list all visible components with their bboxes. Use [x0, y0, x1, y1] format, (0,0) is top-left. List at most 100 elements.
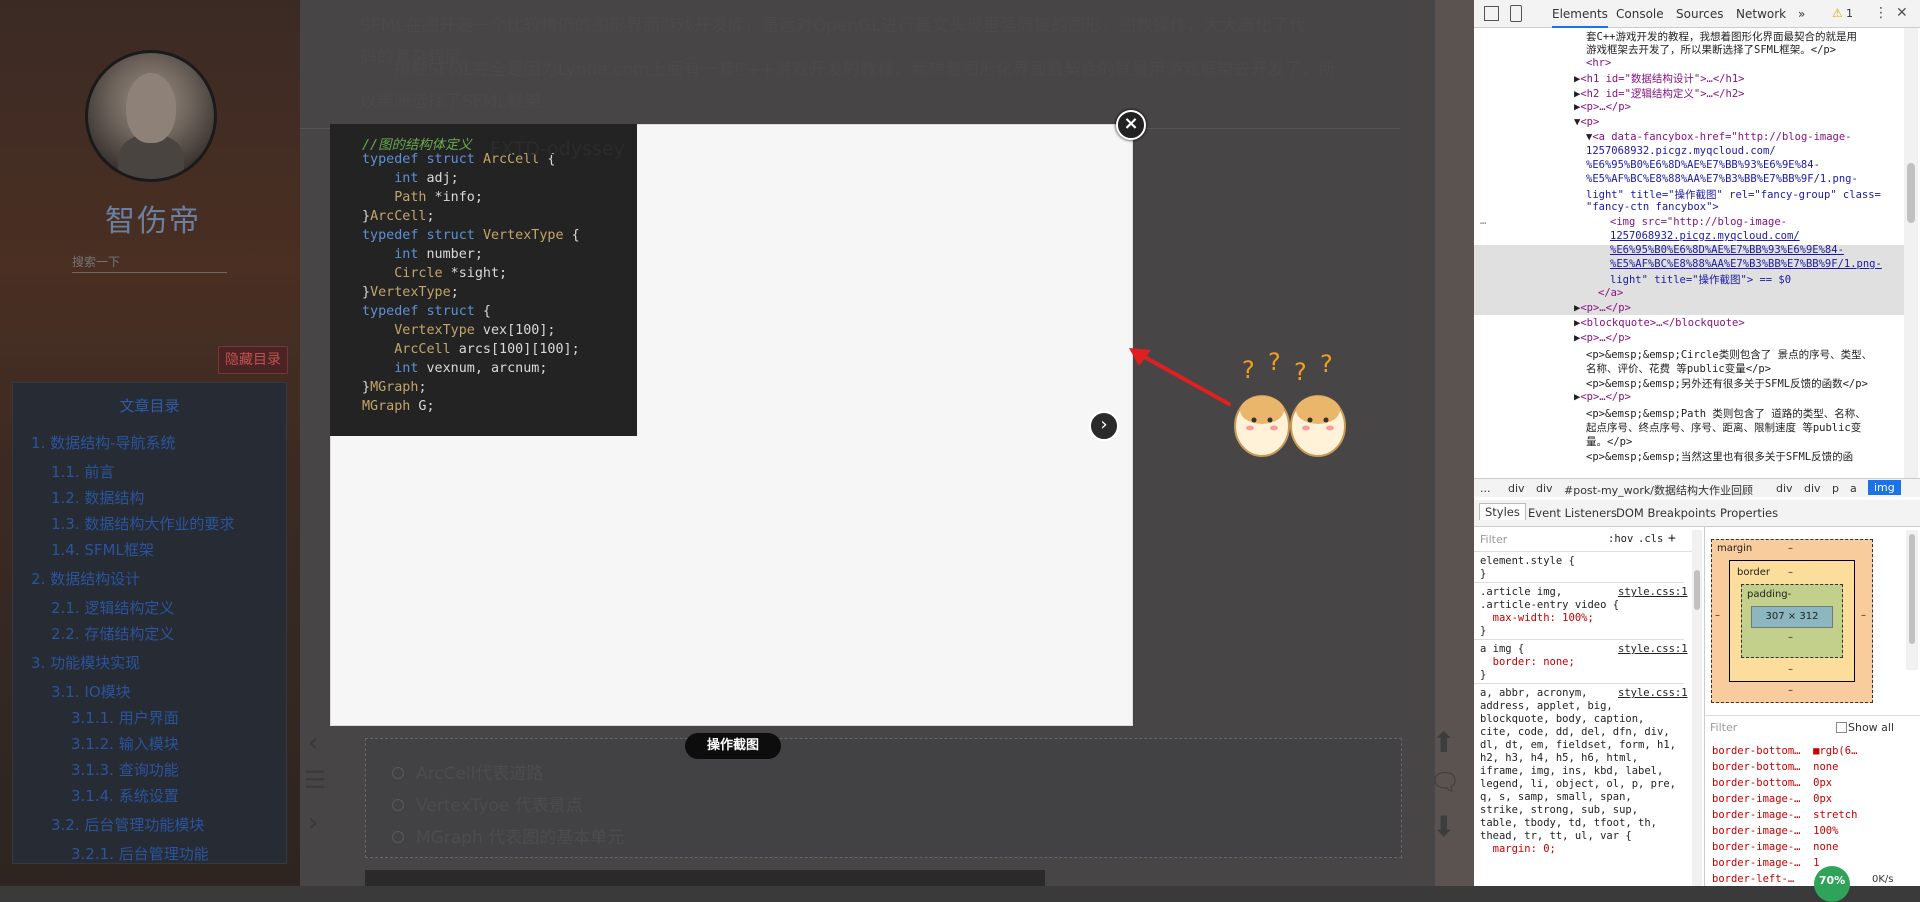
breadcrumb-item[interactable]: ...	[1480, 482, 1491, 495]
style-line[interactable]: }	[1480, 625, 1486, 637]
computed-prop[interactable]: border-image-… stretch	[1712, 809, 1857, 821]
style-line[interactable]: element.style {	[1480, 555, 1575, 567]
computed-prop[interactable]: border-bottom… none	[1712, 761, 1838, 773]
scroll-bottom-icon[interactable]: ⬇	[1432, 810, 1455, 843]
toc-item[interactable]: 2.1. 逻辑结构定义	[51, 597, 174, 618]
toc-item[interactable]: 3.2. 后台管理功能模块	[51, 814, 204, 835]
dom-line[interactable]: %E6%95%B0%E6%8D%AE%E7%BB%93%E6%9E%84-	[1610, 244, 1844, 256]
dom-line[interactable]: ▶<p>…</p>	[1574, 101, 1631, 113]
dom-line[interactable]: ▶<p>…</p>	[1574, 391, 1631, 403]
toc-item[interactable]: 3. 功能模块实现	[31, 652, 140, 673]
dom-line[interactable]: 量。</p>	[1586, 434, 1632, 449]
status-badge[interactable]: 70%	[1814, 866, 1850, 902]
next-arrow-icon[interactable]: ›	[308, 808, 318, 838]
toc-item[interactable]: 2. 数据结构设计	[31, 568, 140, 589]
breadcrumb-item[interactable]: div	[1776, 482, 1793, 495]
toc-item[interactable]: 3.1. IO模块	[51, 681, 131, 702]
style-line[interactable]: a, abbr, acronym,	[1480, 687, 1587, 699]
add-rule-icon[interactable]: +	[1668, 531, 1676, 546]
dom-line[interactable]: ▶<blockquote>…</blockquote>	[1574, 317, 1745, 329]
computed-prop[interactable]: border-bottom… ■rgb(6…	[1712, 745, 1857, 757]
warning-icon[interactable]: ⚠	[1832, 6, 1843, 20]
style-line[interactable]: cite, code, dd, del, dfn, div,	[1480, 726, 1670, 738]
style-line[interactable]: border: none;	[1480, 656, 1575, 668]
dom-line[interactable]: 起点序号、终点序号、序号、距离、限制速度 等public变	[1586, 420, 1861, 435]
breadcrumb-item[interactable]: a	[1850, 482, 1857, 495]
tab-console[interactable]: Console	[1616, 7, 1664, 21]
tab-event-listeners[interactable]: Event Listeners	[1528, 506, 1617, 520]
style-source-link[interactable]: style.css:1	[1618, 586, 1688, 598]
style-line[interactable]: strike, strong, sub, sup,	[1480, 804, 1638, 816]
dom-line[interactable]: ▶<p>…</p>	[1574, 302, 1631, 314]
close-icon[interactable]: ✕	[1896, 5, 1908, 21]
style-source-link[interactable]: style.css:1	[1618, 687, 1688, 699]
style-line[interactable]: iframe, img, ins, kbd, label,	[1480, 765, 1663, 777]
cls-toggle[interactable]: .cls	[1638, 533, 1663, 545]
dom-scrollbar[interactable]	[1904, 28, 1918, 478]
computed-prop[interactable]: border-image-… none	[1712, 841, 1838, 853]
dom-line[interactable]: light" title="操作截图" rel="fancy-group" cl…	[1586, 187, 1881, 202]
style-line[interactable]: h2, h3, h4, h5, h6, html,	[1480, 752, 1638, 764]
dom-line[interactable]: ▶<h1 id="数据结构设计">…</h1>	[1574, 71, 1744, 86]
breadcrumb-item[interactable]: p	[1832, 482, 1839, 495]
more-options-icon[interactable]: ⋮	[1874, 5, 1888, 21]
hide-toc-button[interactable]: 隐藏目录	[218, 346, 288, 374]
computed-prop[interactable]: border-left-…	[1712, 873, 1794, 885]
style-line[interactable]: }	[1480, 669, 1486, 681]
toc-item[interactable]: 1.2. 数据结构	[51, 487, 144, 508]
dom-line[interactable]: 1257068932.picgz.myqcloud.com/	[1610, 230, 1800, 242]
breadcrumb-item[interactable]: div	[1508, 482, 1525, 495]
tab-styles[interactable]: Styles	[1479, 503, 1526, 520]
inspect-icon[interactable]	[1484, 6, 1499, 21]
dom-line[interactable]: %E5%AF%BC%E8%88%AA%E7%B3%BB%E7%BB%9F/1.p…	[1610, 258, 1882, 270]
dom-line[interactable]: ▼<a data-fancybox-href="http://blog-imag…	[1586, 131, 1852, 143]
toc-item[interactable]: 3.1.2. 输入模块	[71, 733, 179, 754]
warning-count[interactable]: 1	[1846, 7, 1853, 20]
style-line[interactable]: .article img,	[1480, 586, 1562, 598]
dom-line[interactable]: <p>&emsp;&emsp;Circle类则包含了 景点的序号、类型、	[1586, 347, 1872, 362]
dom-line[interactable]: light" title="操作截图"> == $0	[1610, 272, 1791, 287]
close-icon[interactable]: ×	[1116, 110, 1146, 140]
toc-item[interactable]: 2.2. 存储结构定义	[51, 623, 174, 644]
prev-arrow-icon[interactable]: ‹	[308, 728, 318, 758]
breadcrumb-item[interactable]: div	[1536, 482, 1553, 495]
styles-scrollbar[interactable]	[1692, 530, 1702, 886]
style-line[interactable]: q, s, samp, small, span,	[1480, 791, 1632, 803]
breadcrumb-item[interactable]: #post-my_work/数据结构大作业回顾	[1564, 482, 1753, 498]
breadcrumb-item-selected[interactable]: img	[1868, 480, 1901, 495]
dom-line[interactable]: <img src="http://blog-image-	[1610, 216, 1787, 228]
dom-line[interactable]: <p>&emsp;&emsp;当然这里也有很多关于SFML反馈的函	[1586, 449, 1853, 464]
dom-line[interactable]: %E6%95%B0%E6%8D%AE%E7%BB%93%E6%9E%84-	[1586, 159, 1820, 171]
toc-item[interactable]: 3.2.1. 后台管理功能	[71, 843, 209, 864]
comment-icon[interactable]: 🗨	[1430, 768, 1460, 796]
author-name[interactable]: 智伤帝	[105, 196, 201, 240]
styles-filter-input[interactable]: Filter	[1480, 533, 1507, 546]
computed-prop[interactable]: border-image-… 1	[1712, 857, 1819, 869]
scroll-top-icon[interactable]: ⬆	[1432, 726, 1455, 759]
style-line[interactable]: address, applet, big,	[1480, 700, 1613, 712]
style-line[interactable]: blockquote, body, caption,	[1480, 713, 1644, 725]
toc-item[interactable]: 1.4. SFML框架	[51, 539, 154, 560]
dom-line[interactable]: </a>	[1598, 287, 1623, 299]
dom-line[interactable]: %E5%AF%BC%E8%88%AA%E7%B3%BB%E7%BB%9F/1.p…	[1586, 173, 1858, 185]
style-line[interactable]: max-width: 100%;	[1480, 612, 1594, 624]
style-line[interactable]: legend, li, object, ol, p, pre,	[1480, 778, 1676, 790]
dom-line[interactable]: 名称、评价、花费 等public变量</p>	[1586, 361, 1771, 376]
screenshot-image[interactable]: //图的结构体定义 typedef struct ArcCell { int a…	[330, 124, 637, 436]
dom-line[interactable]: 游戏框架去开发了，所以果断选择了SFML框架。</p>	[1586, 42, 1836, 57]
hov-toggle[interactable]: :hov	[1608, 533, 1633, 545]
dom-line[interactable]: ▶<h2 id="逻辑结构定义">…</h2>	[1574, 86, 1744, 101]
content-size[interactable]: 307 × 312	[1751, 606, 1833, 628]
toc-item[interactable]: 3.1.1. 用户界面	[71, 707, 179, 728]
style-line[interactable]: thead, tr, tt, ul, var {	[1480, 830, 1632, 842]
style-line[interactable]: }	[1480, 568, 1486, 580]
style-line[interactable]: table, tbody, td, tfoot, th,	[1480, 817, 1657, 829]
menu-icon[interactable]: ☰	[304, 766, 326, 794]
style-line[interactable]: a img {	[1480, 643, 1524, 655]
toc-item[interactable]: 1.1. 前言	[51, 461, 114, 482]
tab-properties[interactable]: Properties	[1720, 506, 1778, 520]
dom-line[interactable]: <hr>	[1586, 57, 1611, 69]
dom-line[interactable]: 1257068932.picgz.myqcloud.com/	[1586, 145, 1776, 157]
tab-dom-breakpoints[interactable]: DOM Breakpoints	[1616, 506, 1716, 520]
toc-item[interactable]: 3.1.3. 查询功能	[71, 759, 179, 780]
